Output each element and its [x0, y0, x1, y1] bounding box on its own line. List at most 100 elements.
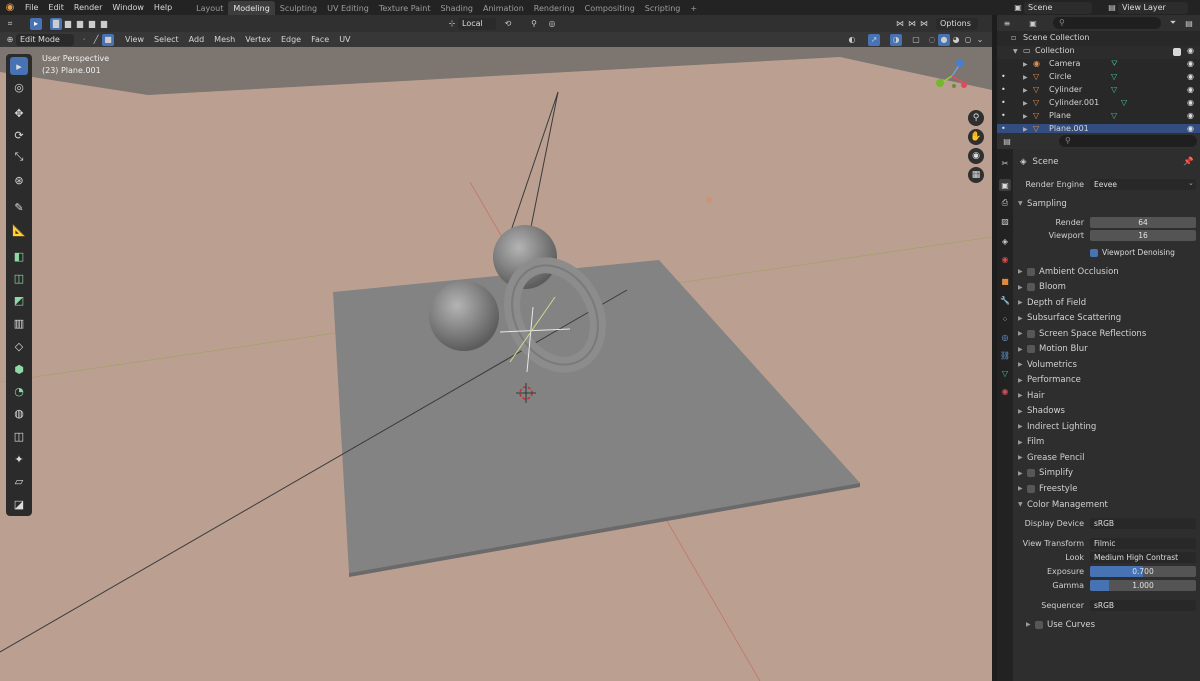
panel-row[interactable]: ▶ Performance	[1016, 373, 1200, 388]
eye-icon[interactable]: ◉	[1187, 85, 1194, 94]
shading-wireframe-icon[interactable]: ◌	[926, 34, 938, 46]
display-device-dropdown[interactable]: sRGB	[1090, 518, 1196, 529]
sphere-front[interactable]	[429, 281, 499, 351]
panel-row[interactable]: ▶ Subsurface Scattering	[1016, 311, 1200, 326]
view-layer-tab-icon[interactable]: ▨	[999, 215, 1011, 227]
measure-tool-icon[interactable]: 📐	[10, 221, 28, 239]
tab-rendering[interactable]: Rendering	[529, 1, 580, 15]
expand-arrow-icon[interactable]: ▶	[1018, 330, 1027, 337]
pan-hand-icon[interactable]: ✋	[968, 129, 984, 145]
select-mode-difference-icon[interactable]: ▆	[86, 18, 98, 30]
viewport-scene[interactable]	[0, 32, 992, 681]
constraints-tab-icon[interactable]: ⛓	[999, 349, 1011, 361]
rotate-tool-icon[interactable]: ⟳	[10, 126, 28, 144]
panel-row[interactable]: ▶ Grease Pencil	[1016, 450, 1200, 465]
outliner-item-cylinder[interactable]: • ▶ ▽ Cylinder ▽ ◉	[997, 85, 1200, 98]
scene-tab-icon[interactable]: ◈	[999, 235, 1011, 247]
panel-checkbox[interactable]	[1027, 267, 1035, 276]
filter-icon[interactable]: ⏷	[1167, 17, 1179, 29]
object-tab-icon[interactable]: ■	[999, 275, 1011, 287]
expand-arrow-icon[interactable]: ▶	[1018, 439, 1027, 446]
panel-row[interactable]: ▶ Volumetrics	[1016, 357, 1200, 372]
tool-tab-icon[interactable]: ✂	[999, 157, 1011, 169]
expand-arrow-icon[interactable]: ▶	[1018, 408, 1027, 415]
menu-help[interactable]: Help	[149, 3, 177, 12]
eye-icon[interactable]: ◉	[1187, 124, 1194, 133]
extrude-tool-icon[interactable]: ◧	[10, 247, 28, 265]
camera-view-icon[interactable]: ◉	[968, 148, 984, 164]
outliner-item-circle[interactable]: • ▶ ▽ Circle ▽ ◉	[997, 72, 1200, 85]
expand-arrow-icon[interactable]: ▶	[1018, 454, 1027, 461]
tab-layout[interactable]: Layout	[191, 1, 228, 15]
gizmo-toggle-icon[interactable]: ↗	[868, 33, 880, 46]
eye-icon[interactable]: ◉	[1187, 59, 1194, 68]
shading-options-icon[interactable]: ⌄	[974, 34, 986, 46]
expand-arrow-icon[interactable]: ▶	[1018, 299, 1027, 306]
menu-edit[interactable]: Edit	[43, 3, 69, 12]
render-engine-dropdown[interactable]: Eevee	[1090, 179, 1196, 190]
render-samples-field[interactable]: 64	[1090, 217, 1196, 228]
eye-icon[interactable]: ◉	[1187, 111, 1194, 120]
exposure-slider[interactable]: 0.700	[1090, 566, 1196, 577]
menu-file[interactable]: File	[20, 3, 43, 12]
viewport-denoising-box[interactable]	[1090, 248, 1098, 257]
eye-icon[interactable]: ◉	[1187, 72, 1194, 81]
visibility-icon[interactable]: ◐	[846, 34, 858, 46]
transform-icon[interactable]: ⊕	[4, 34, 16, 46]
tab-sculpting[interactable]: Sculpting	[275, 1, 322, 15]
tab-uv-editing[interactable]: UV Editing	[322, 1, 374, 15]
inset-tool-icon[interactable]: ◫	[10, 269, 28, 287]
view-layer-selector[interactable]: View Layer	[1118, 1, 1188, 14]
panel-checkbox[interactable]	[1027, 484, 1035, 493]
menu-add[interactable]: Add	[184, 35, 210, 44]
panel-row[interactable]: ▶ Bloom	[1016, 280, 1200, 295]
expand-arrow-icon[interactable]: ▶	[1018, 485, 1027, 492]
knife-tool-icon[interactable]: ◇	[10, 337, 28, 355]
outliner-search-input[interactable]: ⚲	[1053, 17, 1161, 29]
transform-tool-icon[interactable]: ⊛	[10, 171, 28, 189]
select-mode-intersect-icon[interactable]: ▆	[98, 18, 110, 30]
mirror-y-icon[interactable]: ⋈	[906, 18, 918, 30]
scene-icon[interactable]: ▣	[1012, 2, 1024, 14]
transform-orientation-icon[interactable]: ⊹	[446, 18, 458, 30]
grid-view-icon[interactable]: ▦	[968, 167, 984, 183]
use-curves-checkbox[interactable]	[1035, 620, 1043, 629]
edge-slide-tool-icon[interactable]: ◫	[10, 427, 28, 445]
outliner-item-cylinder-001[interactable]: • ▶ ▽ Cylinder.001 ▽ ◉	[997, 98, 1200, 111]
scale-tool-icon[interactable]: ⤡	[10, 148, 28, 166]
panel-row[interactable]: ▶ Freestyle	[1016, 481, 1200, 496]
collection-row[interactable]: ▼ ▭ Collection ◉	[997, 46, 1200, 59]
panel-checkbox[interactable]	[1027, 283, 1035, 291]
properties-editor-icon[interactable]: ▤	[1001, 135, 1013, 147]
expand-arrow-icon[interactable]: ▶	[1018, 392, 1027, 399]
shading-solid-icon[interactable]: ●	[938, 33, 950, 46]
panel-row[interactable]: ▶ Depth of Field	[1016, 295, 1200, 310]
menu-window[interactable]: Window	[107, 3, 149, 12]
shear-tool-icon[interactable]: ▱	[10, 472, 28, 490]
pin-icon[interactable]: 📌	[1183, 157, 1194, 167]
tab-modeling[interactable]: Modeling	[228, 0, 275, 15]
mirror-x-icon[interactable]: ⋈	[894, 18, 906, 30]
tab-texture-paint[interactable]: Texture Paint	[374, 1, 436, 15]
edge-select-icon[interactable]: ╱	[90, 34, 102, 46]
shading-rendered-icon[interactable]: ○	[962, 34, 974, 46]
panel-row[interactable]: ▶ Ambient Occlusion	[1016, 264, 1200, 279]
expand-arrow-icon[interactable]: ▶	[1018, 377, 1027, 384]
data-tab-icon[interactable]: ▽	[999, 367, 1011, 379]
snap-icon[interactable]: ⚲	[528, 18, 540, 30]
panel-checkbox[interactable]	[1027, 345, 1035, 353]
panel-checkbox[interactable]	[1027, 469, 1035, 477]
expand-arrow-icon[interactable]: ▶	[1018, 284, 1027, 291]
menu-face[interactable]: Face	[306, 35, 334, 44]
menu-vertex[interactable]: Vertex	[240, 35, 276, 44]
panel-row[interactable]: ▶ Film	[1016, 435, 1200, 450]
panel-use-curves[interactable]: ▶ Use Curves	[1026, 617, 1200, 632]
shrink-fatten-tool-icon[interactable]: ✦	[10, 450, 28, 468]
bevel-tool-icon[interactable]: ◩	[10, 291, 28, 309]
mode-dropdown[interactable]: Edit Mode	[16, 33, 74, 46]
expand-arrow-icon[interactable]: ▶	[1018, 470, 1027, 477]
expand-arrow-icon[interactable]: ▶	[1018, 361, 1027, 368]
proportional-edit-icon[interactable]: ◎	[546, 18, 558, 30]
menu-uv[interactable]: UV	[334, 35, 355, 44]
select-mode-new-icon[interactable]: ▇	[50, 17, 62, 30]
